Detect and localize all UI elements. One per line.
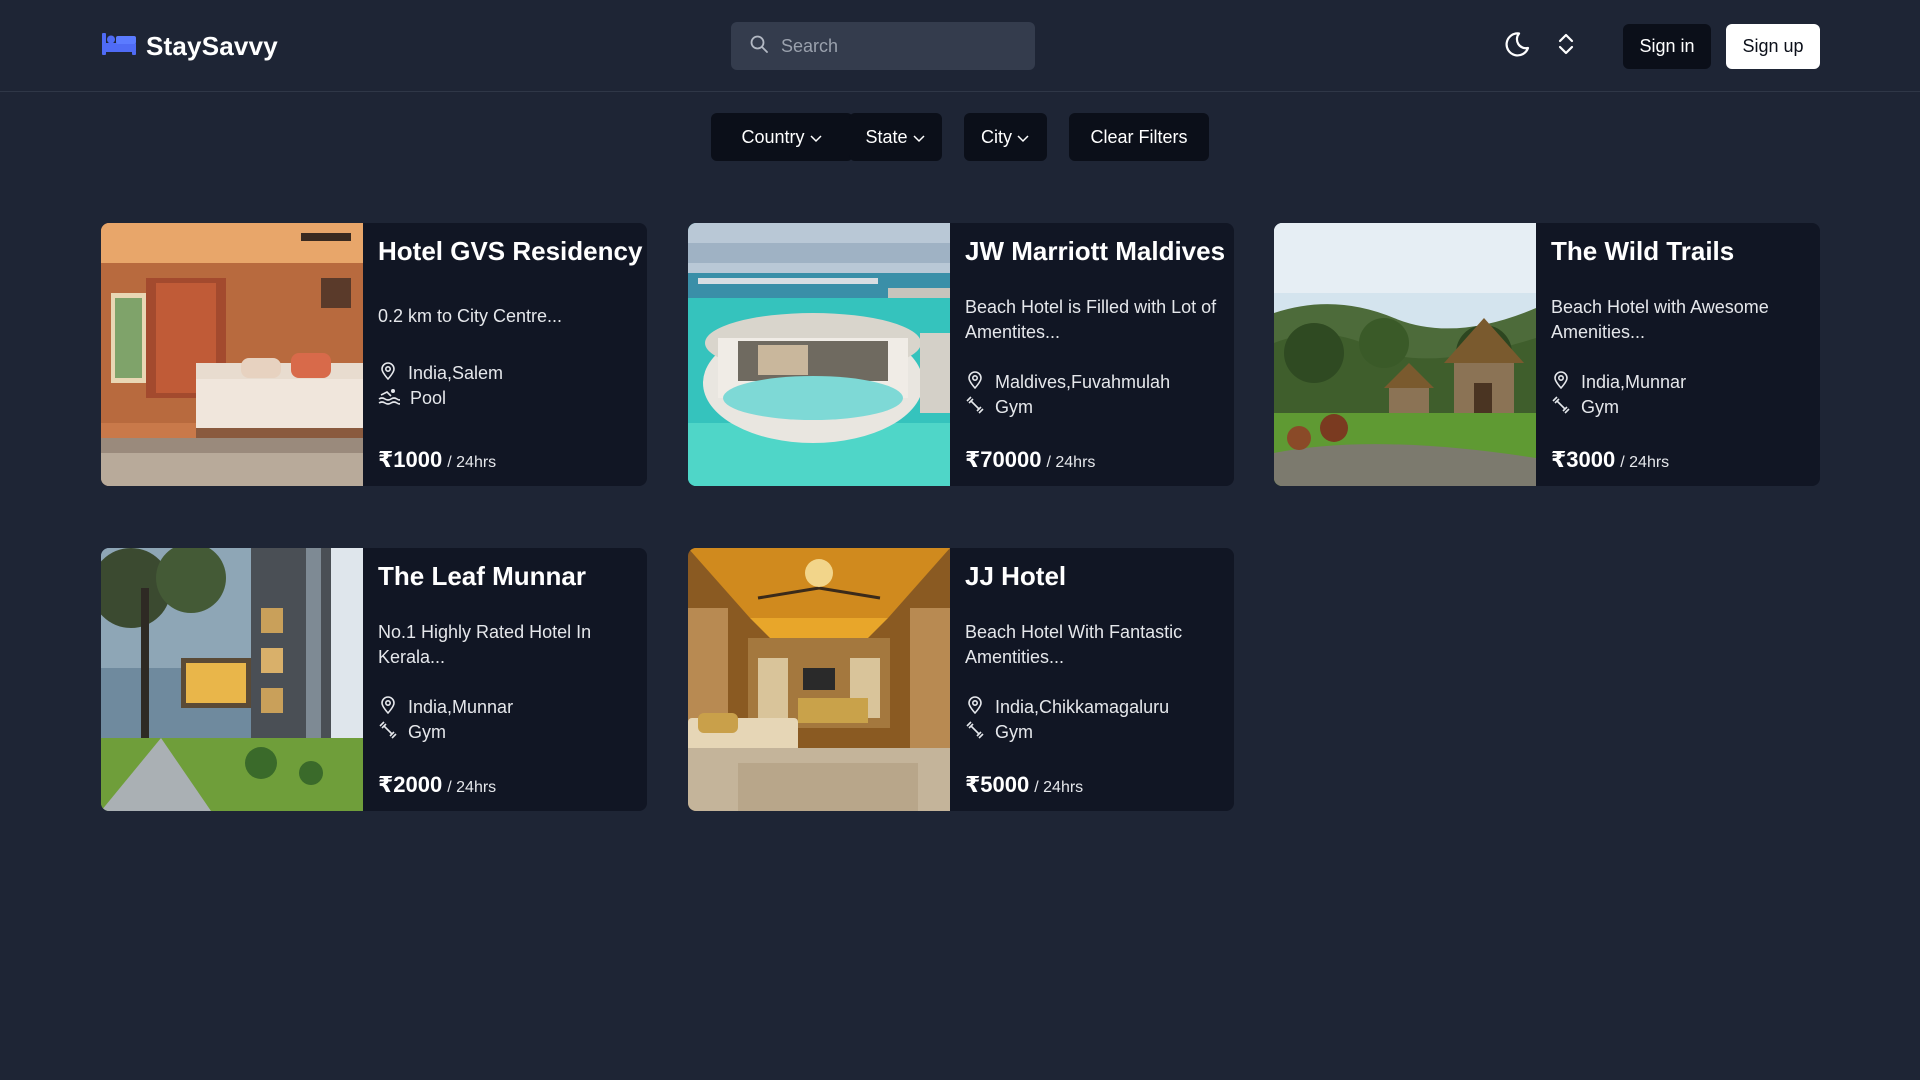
map-pin-icon (965, 695, 985, 720)
hotel-price: ₹70000 / 24hrs (965, 447, 1095, 473)
price-unit: / 24hrs (447, 454, 497, 471)
country-filter-dropdown[interactable]: Country (711, 113, 853, 161)
hotel-location: Maldives,Fuvahmulah (965, 370, 1170, 395)
city-filter-label: City (981, 126, 1012, 147)
hotel-amenity: Gym (1551, 395, 1619, 420)
hotel-price: ₹1000 / 24hrs (378, 447, 496, 473)
price-value: ₹2000 (378, 772, 443, 797)
dumbbell-icon (378, 720, 398, 745)
location-text: India,Chikkamagaluru (995, 697, 1170, 717)
hotel-price: ₹3000 / 24hrs (1551, 447, 1669, 473)
hotel-card[interactable]: The Leaf Munnar No.1 Highly Rated Hotel … (101, 548, 647, 811)
chevron-down-icon (912, 127, 926, 148)
search-icon (749, 34, 769, 59)
hotel-description: Beach Hotel with Awesome Amenities... (1551, 297, 1769, 342)
amenity-text: Pool (410, 388, 447, 408)
hotel-image (101, 223, 363, 486)
hotel-card[interactable]: Hotel GVS Residency 0.2 km to City Centr… (101, 223, 647, 486)
top-navbar: StaySavvy Sign in Sign up (0, 0, 1920, 92)
price-value: ₹70000 (965, 447, 1042, 472)
map-pin-icon (1551, 370, 1571, 395)
chevron-down-icon (1016, 127, 1030, 148)
hotel-location: India,Munnar (1551, 370, 1686, 395)
hotel-location: India,Salem (378, 361, 503, 386)
hotel-image (688, 223, 950, 486)
map-pin-icon (378, 695, 398, 720)
price-unit: / 24hrs (1620, 454, 1670, 471)
map-pin-icon (965, 370, 985, 395)
hotel-description: 0.2 km to City Centre... (378, 306, 563, 326)
hotel-name: JW Marriott Maldives (965, 236, 1226, 266)
sign-in-button[interactable]: Sign in (1623, 24, 1711, 69)
bed-icon (100, 31, 138, 62)
search-box[interactable] (731, 22, 1035, 70)
hotel-image (1274, 223, 1536, 486)
country-filter-label: Country (741, 126, 805, 147)
dumbbell-icon (1551, 395, 1571, 420)
sign-up-button[interactable]: Sign up (1726, 24, 1820, 69)
hotel-description: No.1 Highly Rated Hotel In Kerala... (378, 622, 592, 667)
amenity-text: Gym (408, 722, 446, 742)
pool-icon (378, 386, 401, 411)
clear-filters-button[interactable]: Clear Filters (1069, 113, 1209, 161)
hotel-image (101, 548, 363, 811)
location-text: Maldives,Fuvahmulah (995, 372, 1171, 392)
state-filter-label: State (865, 126, 908, 147)
amenity-text: Gym (1581, 397, 1619, 417)
location-text: India,Munnar (408, 697, 514, 717)
hotel-name: JJ Hotel (965, 561, 1067, 591)
hotel-price: ₹5000 / 24hrs (965, 772, 1083, 798)
hotel-name: The Leaf Munnar (378, 561, 587, 591)
hotel-card[interactable]: JJ Hotel Beach Hotel With Fantastic Amen… (688, 548, 1234, 811)
hotel-name: The Wild Trails (1551, 236, 1735, 266)
hotel-name: Hotel GVS Residency (378, 236, 643, 266)
hotel-location: India,Chikkamagaluru (965, 695, 1169, 720)
hotel-description: Beach Hotel With Fantastic Amentities... (965, 622, 1183, 667)
search-input[interactable] (781, 35, 1011, 57)
dumbbell-icon (965, 395, 985, 420)
hotel-amenity: Pool (378, 386, 446, 411)
brand-name: StaySavvy (146, 30, 278, 61)
hotel-amenity: Gym (965, 395, 1033, 420)
location-text: India,Salem (408, 363, 504, 383)
hotel-location: India,Munnar (378, 695, 513, 720)
amenity-text: Gym (995, 397, 1033, 417)
theme-toggle-button[interactable] (1499, 28, 1535, 64)
city-filter-dropdown[interactable]: City (964, 113, 1047, 161)
theme-select-button[interactable] (1548, 28, 1584, 64)
brand-logo[interactable]: StaySavvy (100, 29, 278, 63)
moon-icon (1502, 29, 1532, 64)
price-value: ₹5000 (965, 772, 1030, 797)
hotel-image (688, 548, 950, 811)
hotel-amenity: Gym (965, 720, 1033, 745)
dumbbell-icon (965, 720, 985, 745)
price-value: ₹1000 (378, 447, 443, 472)
hotel-card[interactable]: The Wild Trails Beach Hotel with Awesome… (1274, 223, 1820, 486)
hotel-amenity: Gym (378, 720, 446, 745)
location-text: India,Munnar (1581, 372, 1687, 392)
chevrons-up-down-icon (1555, 31, 1577, 62)
amenity-text: Gym (995, 722, 1033, 742)
map-pin-icon (378, 361, 398, 386)
price-unit: / 24hrs (1034, 779, 1084, 796)
price-unit: / 24hrs (447, 779, 497, 796)
hotel-price: ₹2000 / 24hrs (378, 772, 496, 798)
hotel-card[interactable]: JW Marriott Maldives Beach Hotel is Fill… (688, 223, 1234, 486)
state-filter-dropdown[interactable]: State (849, 113, 942, 161)
filter-bar: Country State City Clear Filters (0, 113, 1920, 161)
price-value: ₹3000 (1551, 447, 1616, 472)
hotel-description: Beach Hotel is Filled with Lot of Amenti… (965, 297, 1217, 342)
price-unit: / 24hrs (1046, 454, 1096, 471)
chevron-down-icon (809, 127, 823, 148)
